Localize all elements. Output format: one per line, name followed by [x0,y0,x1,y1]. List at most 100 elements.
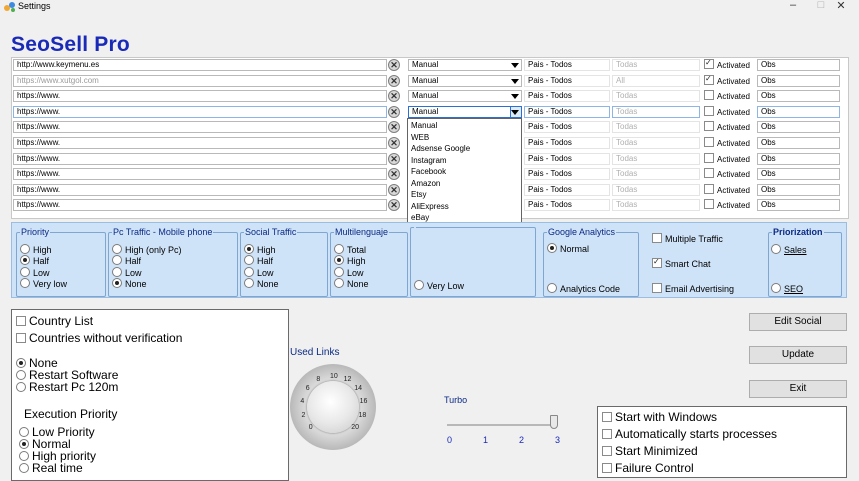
mode-select[interactable]: Manual [408,105,522,118]
multilang-option[interactable]: Low [334,266,364,278]
country-select[interactable]: Pais - Todos [524,152,610,165]
clear-url-icon[interactable]: ✕ [388,121,400,134]
dropdown-option[interactable]: WEB [408,132,521,143]
activated-checkbox[interactable]: Activated [704,105,756,118]
obs-input[interactable]: Obs [757,137,840,149]
dropdown-option[interactable]: Instagram [408,155,521,166]
priority-option[interactable]: High [20,244,52,255]
url-input[interactable]: https://www. [13,121,387,134]
seo-option[interactable]: SEO [771,283,803,294]
clear-url-icon[interactable]: ✕ [388,59,400,71]
country-select[interactable]: Pais - Todos [524,105,610,118]
region-select[interactable]: Todas [612,59,700,71]
url-input[interactable]: https://www. [13,137,387,149]
pc-traffic-option[interactable]: Low [112,266,142,278]
activated-checkbox[interactable]: Activated [704,152,756,165]
obs-input[interactable]: Obs [757,90,840,103]
activated-checkbox[interactable]: Activated [704,74,756,87]
pc-traffic-option[interactable]: Half [112,255,141,266]
dropdown-option[interactable]: AliExpress [408,201,521,212]
country-select[interactable]: Pais - Todos [524,121,610,134]
activated-checkbox[interactable]: Activated [704,183,756,196]
mode-select[interactable]: Manual [408,59,522,71]
country-select[interactable]: Pais - Todos [524,168,610,181]
priority-option[interactable]: Very low [20,277,67,289]
clear-url-icon[interactable]: ✕ [388,74,400,87]
dropdown-option[interactable]: Adsense Google [408,143,521,154]
minimize-button[interactable]: – [780,0,806,13]
obs-input[interactable]: Obs [757,152,840,165]
region-select[interactable]: Todas [612,105,700,118]
url-input[interactable]: https://www. [13,183,387,196]
obs-input[interactable]: Obs [757,121,840,134]
activated-checkbox[interactable]: Activated [704,121,756,133]
close-button[interactable]: ✕ [828,0,854,13]
turbo-track[interactable] [447,424,556,426]
country-select[interactable]: Pais - Todos [524,90,610,103]
startup-option-checkbox[interactable]: Start with Windows [602,410,717,424]
countries-without-verification-checkbox[interactable]: Countries without verification [16,331,182,345]
multilang-option[interactable]: High [334,255,366,266]
turbo-slider-thumb[interactable] [550,415,558,429]
obs-input[interactable]: Obs [757,59,840,71]
region-select[interactable]: Todas [612,183,700,196]
country-select[interactable]: Pais - Todos [524,183,610,196]
dropdown-option[interactable]: Facebook [408,166,521,177]
clear-url-icon[interactable]: ✕ [388,199,400,212]
activated-checkbox[interactable]: Activated [704,199,756,211]
obs-input[interactable]: Obs [757,105,840,118]
exit-button[interactable]: Exit [749,380,847,398]
activated-checkbox[interactable]: Activated [704,137,756,149]
mode-select[interactable]: Manual [408,74,522,87]
region-select[interactable]: All [612,74,700,87]
very-low-option[interactable]: Very Low [414,280,464,291]
social-option[interactable]: None [244,277,279,289]
mode-select[interactable]: Manual [408,90,522,103]
clear-url-icon[interactable]: ✕ [388,105,400,118]
region-select[interactable]: Todas [612,90,700,103]
smart-chat-checkbox[interactable]: Smart Chat [652,257,711,269]
region-select[interactable]: Todas [612,152,700,165]
analytics-code-option[interactable]: Analytics Code [547,283,620,294]
dropdown-option[interactable]: Manual [408,120,521,131]
clear-url-icon[interactable]: ✕ [388,152,400,165]
country-list-checkbox[interactable]: Country List [16,314,93,328]
obs-input[interactable]: Obs [757,183,840,196]
url-input[interactable]: https://www.xutgol.com [13,74,387,87]
obs-input[interactable]: Obs [757,199,840,212]
url-input[interactable]: https://www. [13,152,387,165]
sales-option[interactable]: Sales [771,244,807,255]
url-input[interactable]: http://www.keymenu.es [13,59,387,71]
obs-input[interactable]: Obs [757,74,840,87]
after-action-option[interactable]: Restart Pc 120m [16,380,118,394]
region-select[interactable]: Todas [612,168,700,181]
social-option[interactable]: High [244,244,276,255]
email-advertising-checkbox[interactable]: Email Advertising [652,283,734,294]
clear-url-icon[interactable]: ✕ [388,137,400,149]
dropdown-option[interactable]: Amazon [408,178,521,189]
country-select[interactable]: Pais - Todos [524,199,610,212]
clear-url-icon[interactable]: ✕ [388,168,400,181]
clear-url-icon[interactable]: ✕ [388,90,400,103]
update-button[interactable]: Update [749,346,847,364]
startup-option-checkbox[interactable]: Start Minimized [602,444,698,458]
social-option[interactable]: Low [244,266,274,278]
pc-traffic-option[interactable]: High (only Pc) [112,244,182,255]
multilang-option[interactable]: Total [334,244,366,255]
url-input[interactable]: https://www. [13,168,387,181]
country-select[interactable]: Pais - Todos [524,59,610,71]
priority-option[interactable]: Low [20,266,50,278]
region-select[interactable]: Todas [612,199,700,212]
url-input[interactable]: https://www. [13,199,387,212]
social-option[interactable]: Half [244,255,273,266]
clear-url-icon[interactable]: ✕ [388,183,400,196]
country-select[interactable]: Pais - Todos [524,137,610,149]
edit-social-button[interactable]: Edit Social [749,313,847,331]
dropdown-option[interactable]: Etsy [408,189,521,200]
multilang-option[interactable]: None [334,277,369,289]
execution-priority-option[interactable]: Real time [19,461,83,475]
activated-checkbox[interactable]: Activated [704,168,756,180]
region-select[interactable]: Todas [612,137,700,149]
startup-option-checkbox[interactable]: Automatically starts processes [602,427,777,441]
activated-checkbox[interactable]: Activated [704,90,756,102]
